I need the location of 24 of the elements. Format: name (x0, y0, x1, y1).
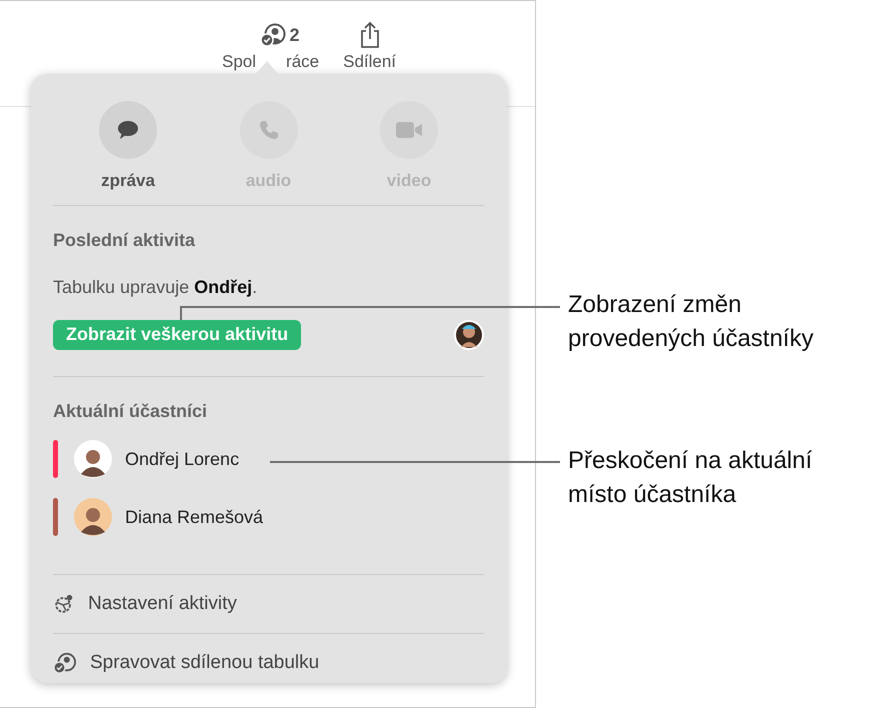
callout-text: Přeskočení na aktuální místo účastníka (568, 446, 812, 510)
callout-text: Zobrazení změn provedených účastníky (568, 290, 814, 354)
toolbar-label: Sdílení (343, 52, 396, 72)
section-heading: Poslední aktivita (53, 230, 196, 251)
phone-icon (258, 119, 280, 141)
activity-text: Tabulku upravuje Ondřej. (53, 277, 258, 298)
toolbar-label: Spol (222, 52, 256, 72)
collaboration-icon (53, 652, 77, 674)
menu-item[interactable]: Spravovat sdílenou tabulku (53, 634, 484, 692)
gear-icon (53, 593, 75, 615)
video-camera-icon (395, 121, 423, 139)
section-heading: Aktuální účastníci (53, 401, 208, 422)
participant-name[interactable]: Diana Remešová (125, 506, 264, 528)
avatar-icon (74, 498, 112, 536)
participant-name[interactable]: Ondřej Lorenc (125, 448, 240, 470)
avatar-icon (454, 320, 484, 350)
collaborator-count: 2 (290, 24, 300, 46)
share-icon[interactable] (358, 21, 381, 49)
speech-bubble-icon (116, 119, 140, 141)
action-label: zpráva (101, 171, 155, 191)
collaboration-icon[interactable] (260, 23, 286, 47)
avatar-icon (74, 440, 112, 478)
menu-item[interactable]: Nastavení aktivity (53, 575, 484, 633)
toolbar-label: ráce (286, 52, 320, 72)
